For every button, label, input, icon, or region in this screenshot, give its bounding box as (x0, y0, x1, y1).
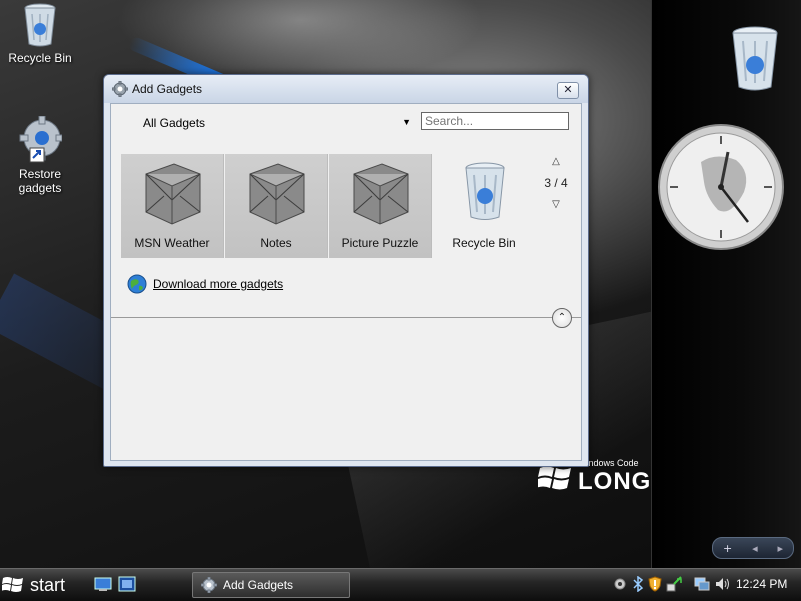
download-more-gadgets-link[interactable]: Download more gadgets (153, 277, 283, 291)
gadget-placeholder-icon (348, 160, 412, 233)
collapse-details-button[interactable]: ⌃ (552, 308, 572, 328)
details-divider (111, 317, 581, 318)
dialog-content: All Gadgets ▼ MSN Weather (110, 103, 582, 461)
bluetooth-icon[interactable] (632, 575, 644, 595)
desktop-icon-label: Recycle Bin (8, 51, 72, 65)
desktop-icon-recycle-bin[interactable]: Recycle Bin (0, 2, 80, 65)
prev-gadget-button[interactable]: ◂ (752, 542, 758, 555)
restore-gadgets-label: Restore gadgets (18, 167, 62, 195)
clock-icon (658, 124, 784, 250)
display-icon[interactable] (694, 576, 710, 595)
switch-windows-icon[interactable] (118, 576, 136, 595)
page-down-button[interactable]: ▽ (531, 199, 581, 210)
task-button-label: Add Gadgets (223, 578, 294, 592)
page-navigator: △ 3 / 4 ▽ (531, 156, 581, 210)
dropdown-arrow-icon: ▼ (402, 117, 411, 127)
windows-flag-icon (536, 464, 572, 495)
gear-icon[interactable] (612, 576, 628, 595)
next-gadget-button[interactable]: ▸ (778, 542, 784, 555)
page-indicator: 3 / 4 (544, 176, 568, 190)
dialog-titlebar[interactable]: Add Gadgets ✕ (104, 75, 588, 103)
gadget-tile-msn-weather[interactable]: MSN Weather (121, 154, 224, 258)
sidebar-gadget-recycle-bin[interactable] (730, 25, 780, 98)
recycle-bin-icon (732, 26, 778, 91)
search-input[interactable] (421, 112, 569, 130)
category-dropdown[interactable]: All Gadgets ▼ (143, 116, 411, 132)
network-icon[interactable] (666, 575, 682, 595)
volume-icon[interactable] (714, 576, 730, 595)
gadget-label: Notes (260, 236, 292, 250)
dialog-title: Add Gadgets (132, 82, 203, 96)
download-more-gadgets: Download more gadgets (127, 274, 283, 294)
gadget-label: Recycle Bin (452, 236, 516, 250)
show-desktop-icon[interactable] (94, 576, 112, 595)
taskbar-button-add-gadgets[interactable]: Add Gadgets (192, 572, 350, 598)
gadget-placeholder-icon (244, 160, 308, 233)
gadget-tile-picture-puzzle[interactable]: Picture Puzzle (329, 154, 432, 258)
taskbar: start Add Gadgets 12:24 PM (0, 568, 801, 601)
gadget-label: Picture Puzzle (341, 236, 419, 250)
gear-shortcut-icon (19, 115, 63, 163)
taskbar-clock[interactable]: 12:24 PM (736, 577, 787, 591)
category-selected: All Gadgets (143, 116, 206, 130)
shield-icon[interactable] (648, 575, 662, 595)
page-up-button[interactable]: △ (531, 156, 581, 167)
add-gadgets-dialog: Add Gadgets ✕ All Gadgets ▼ MSN Weat (103, 74, 589, 467)
close-button[interactable]: ✕ (557, 82, 579, 99)
add-gadget-button[interactable]: + (723, 542, 732, 555)
gear-icon (111, 80, 129, 100)
gadget-placeholder-icon (140, 160, 204, 233)
sidebar: + ◂ ▸ (651, 0, 801, 568)
desktop-icon-label: Restore gadgets (0, 167, 80, 195)
windows-logo-icon (2, 577, 23, 592)
gear-icon (201, 577, 217, 593)
sidebar-gadget-clock[interactable] (656, 122, 786, 255)
gadget-tile-notes[interactable]: Notes (225, 154, 328, 258)
recycle-bin-icon (24, 3, 56, 47)
gadget-label: MSN Weather (134, 236, 210, 250)
recycle-bin-icon (463, 160, 507, 227)
gadget-tile-recycle-bin[interactable]: Recycle Bin (433, 154, 535, 258)
sidebar-controls: + ◂ ▸ (712, 537, 794, 559)
desktop-icon-restore-gadgets[interactable]: Restore gadgets (0, 115, 80, 195)
globe-icon (127, 274, 147, 294)
start-label: start (30, 574, 66, 595)
system-tray (612, 573, 734, 597)
start-button[interactable]: start (2, 571, 82, 599)
